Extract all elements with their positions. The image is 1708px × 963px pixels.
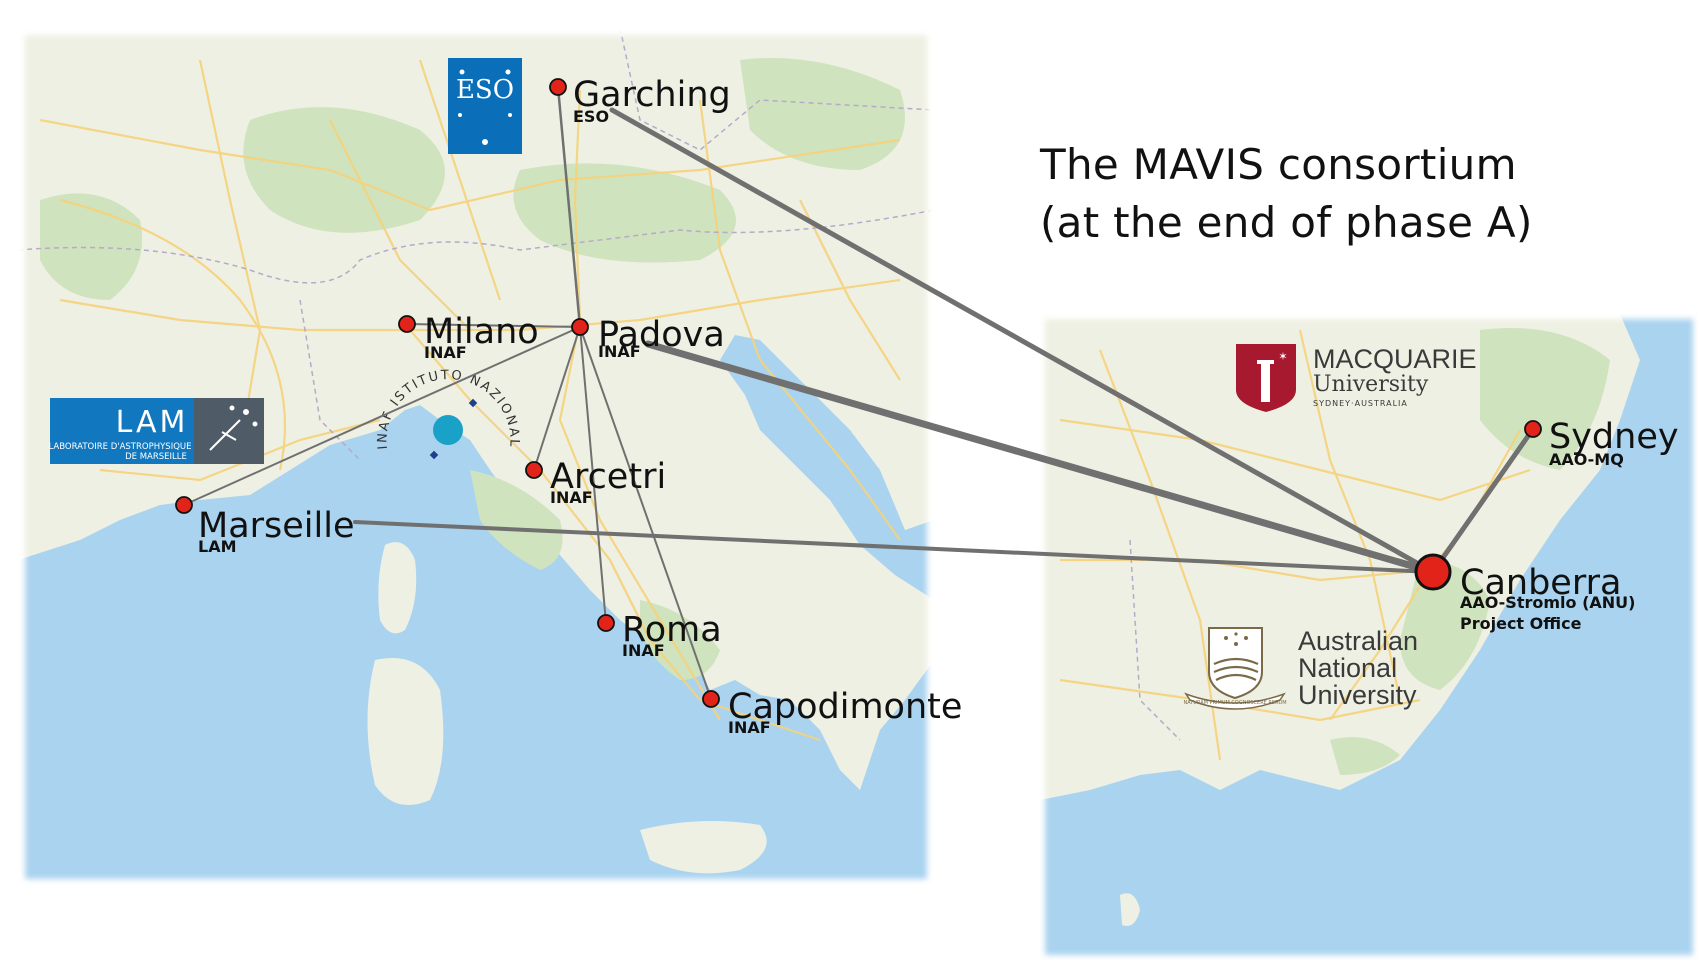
- site-affiliation-milano: INAF: [424, 343, 467, 362]
- site-affiliation-canberra-1: Project Office: [1460, 614, 1582, 633]
- site-affiliation-roma: INAF: [622, 641, 665, 660]
- lam-logo: LAM LABORATOIRE D'ASTROPHYSIQUE DE MARSE…: [49, 398, 264, 464]
- site-marker-sydney[interactable]: [1524, 420, 1542, 438]
- site-affiliation-garching: ESO: [573, 107, 609, 126]
- site-affiliation-arcetri: INAF: [550, 488, 593, 507]
- site-marker-marseille[interactable]: [175, 496, 193, 514]
- site-marker-milano[interactable]: [398, 315, 416, 333]
- site-affiliation-capodimonte: INAF: [728, 718, 771, 737]
- site-marker-capodimonte[interactable]: [702, 690, 720, 708]
- title-line-2: (at the end of phase A): [1040, 198, 1533, 247]
- site-affiliation-marseille: LAM: [198, 537, 237, 556]
- site-marker-padova[interactable]: [571, 318, 589, 336]
- svg-text:✶: ✶: [1278, 350, 1287, 363]
- site-affiliation-sydney: AAO-MQ: [1549, 450, 1624, 469]
- macquarie-line2: University: [1313, 372, 1429, 397]
- site-affiliation-canberra: AAO-Stromlo (ANU): [1460, 593, 1635, 612]
- lam-logo-line1: LABORATOIRE D'ASTROPHYSIQUE: [49, 442, 192, 452]
- site-marker-canberra[interactable]: [1414, 553, 1452, 591]
- slide-title: The MAVIS consortium (at the end of phas…: [1040, 136, 1533, 252]
- eso-logo: ESO: [448, 58, 522, 154]
- anu-line2: National: [1298, 653, 1397, 683]
- macquarie-line1: MACQUARIE: [1313, 344, 1477, 374]
- site-marker-arcetri[interactable]: [525, 461, 543, 479]
- site-affiliation-padova: INAF: [598, 342, 641, 361]
- site-marker-garching[interactable]: [549, 78, 567, 96]
- lam-logo-title: LAM: [116, 405, 189, 440]
- anu-line3: University: [1298, 680, 1417, 710]
- lam-logo-line2: DE MARSEILLE: [125, 452, 187, 462]
- site-marker-roma[interactable]: [597, 614, 615, 632]
- eso-logo-text: ESO: [456, 75, 514, 105]
- anu-line1: Australian: [1298, 626, 1418, 656]
- title-line-1: The MAVIS consortium: [1040, 140, 1517, 189]
- sardinia-island: [367, 658, 444, 805]
- macquarie-line3: SYDNEY·AUSTRALIA: [1313, 399, 1408, 408]
- anu-motto: NATURAM PRIMUM COGNOSCERE RERUM: [1183, 700, 1286, 706]
